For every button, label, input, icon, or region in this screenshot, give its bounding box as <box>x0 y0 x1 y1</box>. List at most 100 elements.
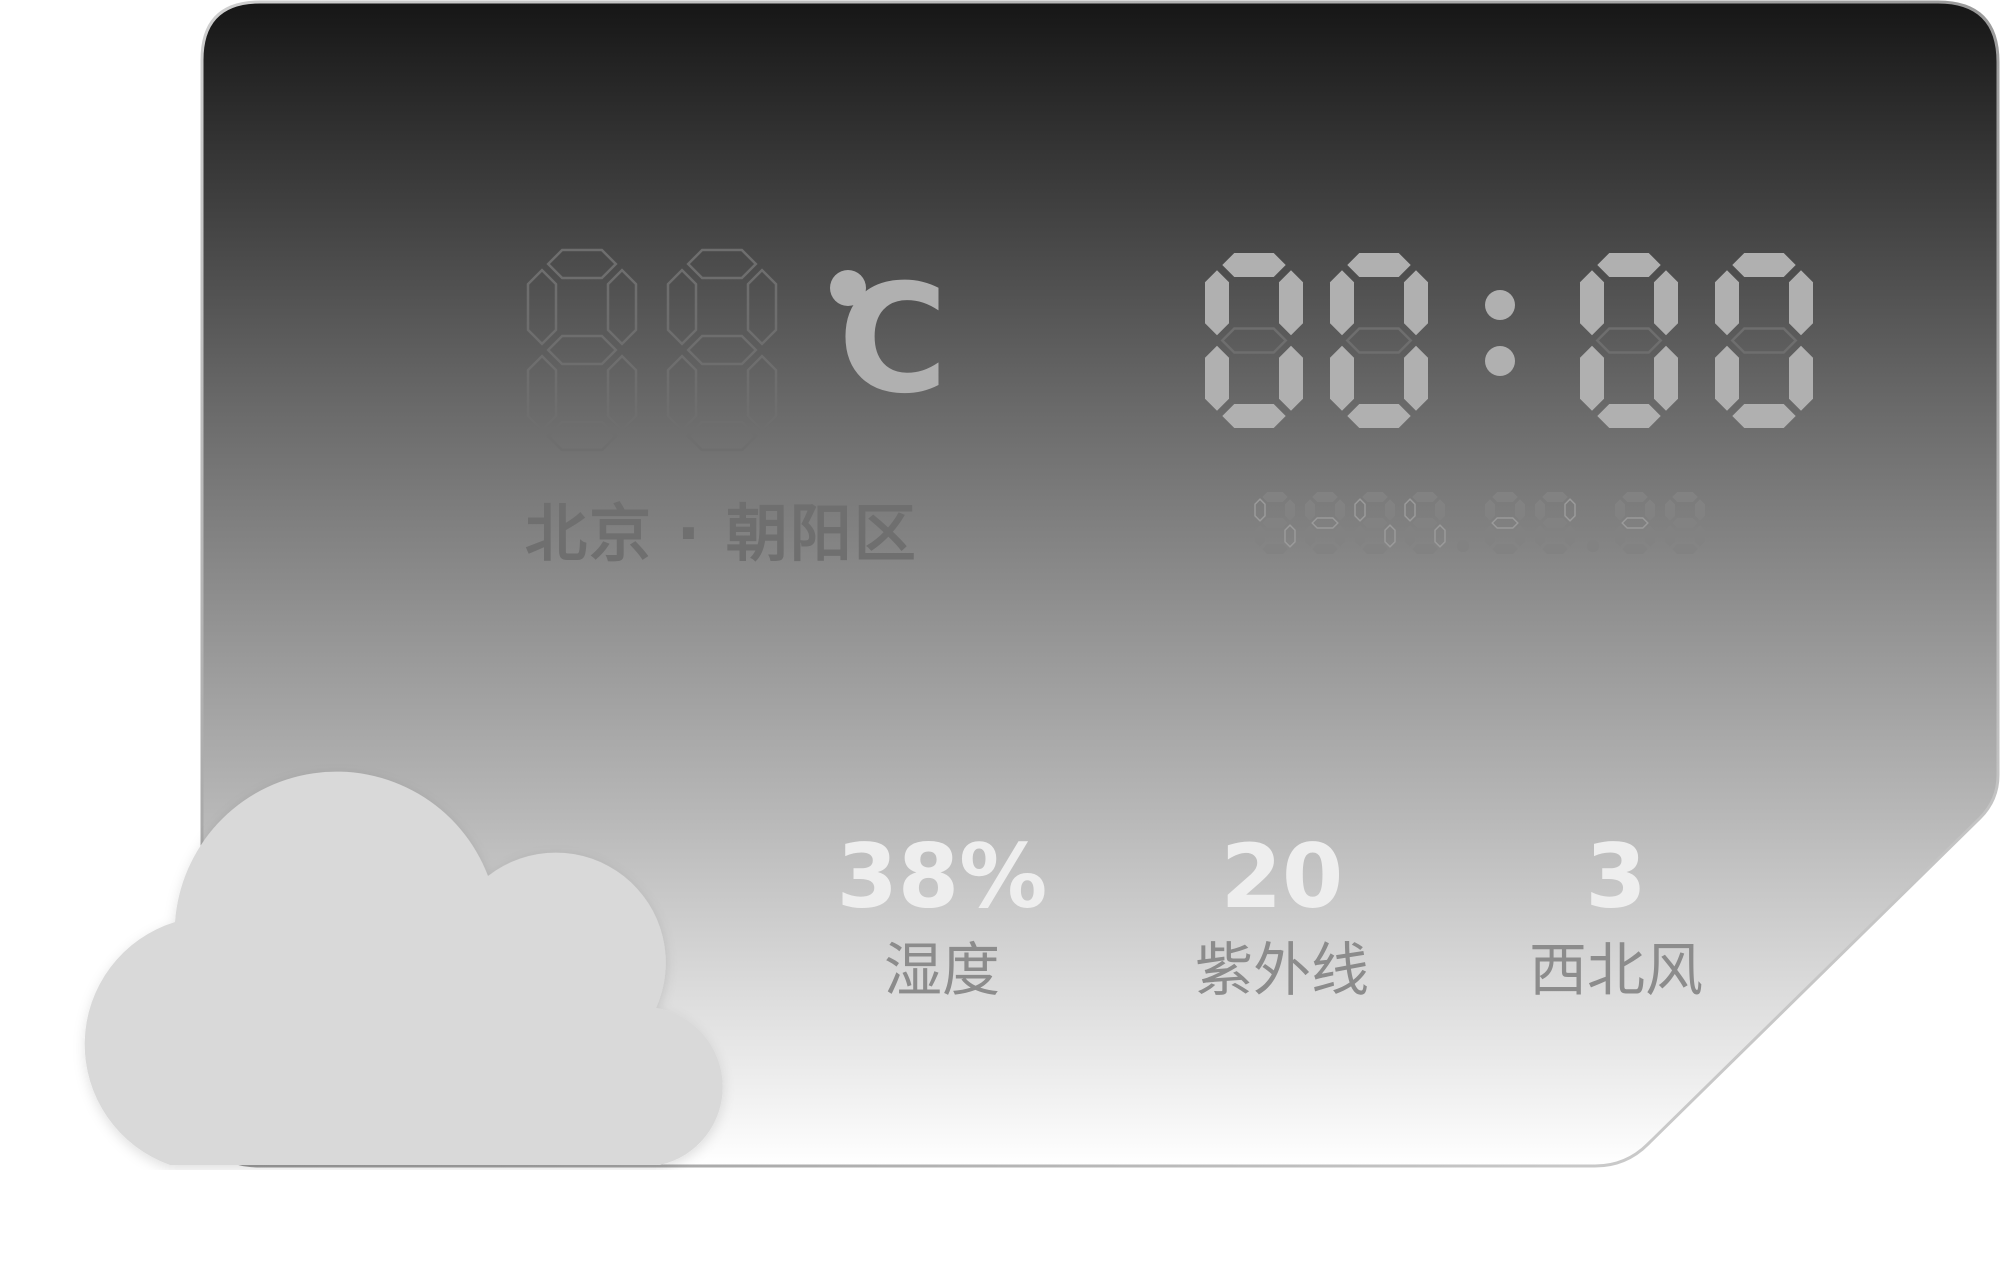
time-minute-digit-2-seg-d <box>1732 404 1796 428</box>
time-hour-digit-1-seg-d <box>1222 404 1286 428</box>
temperature-digit-2-seg-c <box>746 354 778 432</box>
date-digit-2-seg-g <box>1311 517 1339 529</box>
temperature-digit-2-seg-f <box>666 268 698 346</box>
date-dot <box>1587 540 1599 552</box>
temperature-digit-2-seg-b <box>746 268 778 346</box>
time-minute-digit-1 <box>1580 253 1678 428</box>
date-digit-7-seg-c <box>1565 525 1575 547</box>
date-digit-6-seg-g <box>1491 517 1519 529</box>
time-minute-digit-1-seg-d <box>1597 404 1661 428</box>
date-digit-4-seg-a <box>1412 492 1438 502</box>
date-digit-7-seg-f <box>1535 499 1545 521</box>
date-value: 2022.06.08 <box>0 0 1 1</box>
time-minute-digit-1-seg-f <box>1580 270 1604 336</box>
time-hour-digit-1-seg-a <box>1222 253 1286 277</box>
time-hour-digit-2-seg-f <box>1330 270 1354 336</box>
time-hour-digit-2-seg-d <box>1347 404 1411 428</box>
date-digit-1-seg-e <box>1255 525 1265 547</box>
time-hour-digit-1 <box>1205 253 1303 428</box>
cloud-icon <box>84 771 723 1165</box>
date-digit-4 <box>1404 492 1446 554</box>
date-digit-6-seg-e <box>1485 525 1495 547</box>
date-digit-3 <box>1354 492 1396 554</box>
time-minute-digit-1-seg-a <box>1597 253 1661 277</box>
time-hour-digit-1-seg-c <box>1279 345 1303 411</box>
date-digit-4-seg-f <box>1404 498 1416 522</box>
date-digit-10-seg-b <box>1695 499 1705 521</box>
date-digit-1-seg-c <box>1284 524 1296 548</box>
time-hour-digit-2-seg-c <box>1404 345 1428 411</box>
date-segment-display <box>1254 492 1705 554</box>
date-digit-4-seg-e <box>1405 525 1415 547</box>
date-digit-2-seg-d <box>1312 544 1338 554</box>
date-digit-10-seg-e <box>1665 525 1675 547</box>
time-minute-digit-1-seg-c <box>1654 345 1678 411</box>
date-digit-10-seg-d <box>1672 544 1698 554</box>
temperature-digit-2-seg-g <box>686 334 758 366</box>
time-hours-segment-display <box>1205 253 1428 428</box>
temperature-digit-1-seg-g <box>546 334 618 366</box>
date-digit-10 <box>1665 492 1705 554</box>
time-hour-digit-2-seg-a <box>1347 253 1411 277</box>
time-minute-digit-1-seg-e <box>1580 345 1604 411</box>
date-digit-2-seg-b <box>1335 499 1345 521</box>
date-digit-1-seg-a <box>1262 492 1288 502</box>
date-digit-3-seg-e <box>1355 525 1365 547</box>
time-minute-digit-2-seg-b <box>1789 270 1813 336</box>
date-digit-7-seg-g <box>1542 518 1568 528</box>
date-digit-3-seg-a <box>1362 492 1388 502</box>
date-digit-1-seg-g <box>1262 518 1288 528</box>
uv-stat: 20 紫外线 <box>1152 822 1412 1008</box>
date-digit-10-seg-g <box>1672 518 1698 528</box>
location-label: 北京 · 朝阳区 <box>525 497 918 570</box>
time-minute-digit-2-seg-a <box>1732 253 1796 277</box>
date-digit-1 <box>1254 492 1296 554</box>
uv-label: 紫外线 <box>1194 936 1369 1004</box>
date-digit-7-seg-b <box>1564 498 1576 522</box>
date-digit-1-seg-d <box>1262 544 1288 554</box>
date-digit-9-seg-c <box>1645 525 1655 547</box>
date-digit-7-seg-a <box>1542 492 1568 502</box>
date-digit-1-seg-f <box>1254 498 1266 522</box>
date-digit-6 <box>1485 492 1525 554</box>
time-minutes-segment-display <box>1580 253 1813 428</box>
temperature-unit: C <box>830 240 970 440</box>
time-minute-digit-2-seg-f <box>1715 270 1739 336</box>
time-hour-digit-1-seg-f <box>1205 270 1229 336</box>
time-hour-digit-1-seg-b <box>1279 270 1303 336</box>
time-minute-digit-1-seg-b <box>1654 270 1678 336</box>
temperature-digit-1-seg-a <box>546 248 618 280</box>
date-digit-9-seg-e <box>1615 525 1625 547</box>
date-digit-3-seg-f <box>1354 498 1366 522</box>
date-digit-9-seg-b <box>1645 499 1655 521</box>
date-digit-9-seg-d <box>1622 544 1648 554</box>
temperature-unit-label: C <box>838 253 949 427</box>
date-digit-2-seg-c <box>1335 525 1345 547</box>
temperature-segment-display <box>526 248 778 452</box>
date-dot <box>1457 540 1469 552</box>
date-digit-6-seg-c <box>1515 525 1525 547</box>
temperature-digit-1-seg-e <box>526 354 558 432</box>
time-hour-digit-2-seg-e <box>1330 345 1354 411</box>
time-hour-digit-2-seg-g <box>1345 327 1413 354</box>
date-digit-6-seg-a <box>1492 492 1518 502</box>
time-minute-digit-2-seg-e <box>1715 345 1739 411</box>
date-digit-4-seg-g <box>1412 518 1438 528</box>
time-hour-digit-1-seg-e <box>1205 345 1229 411</box>
date-digit-9-seg-f <box>1615 499 1625 521</box>
date-digit-4-seg-d <box>1412 544 1438 554</box>
date-digit-3-seg-c <box>1384 524 1396 548</box>
date-digit-2-seg-a <box>1312 492 1338 502</box>
time-minute-digit-2-seg-g <box>1730 327 1798 354</box>
date-digit-9-seg-a <box>1622 492 1648 502</box>
date-digit-2-seg-e <box>1305 525 1315 547</box>
date-digit-6-seg-f <box>1485 499 1495 521</box>
temperature-digit-1-seg-c <box>606 354 638 432</box>
time-hour-digit-2-seg-b <box>1404 270 1428 336</box>
humidity-value: 38% <box>836 825 1048 928</box>
weather-widget: C 北京 · 朝阳区 00:00 2022.06.08 38% 湿度 20 紫外… <box>0 0 2000 1284</box>
date-digit-9-seg-g <box>1621 517 1649 529</box>
date-digit-10-seg-c <box>1695 525 1705 547</box>
date-digit-7 <box>1535 492 1576 554</box>
date-digit-7-seg-e <box>1535 525 1545 547</box>
